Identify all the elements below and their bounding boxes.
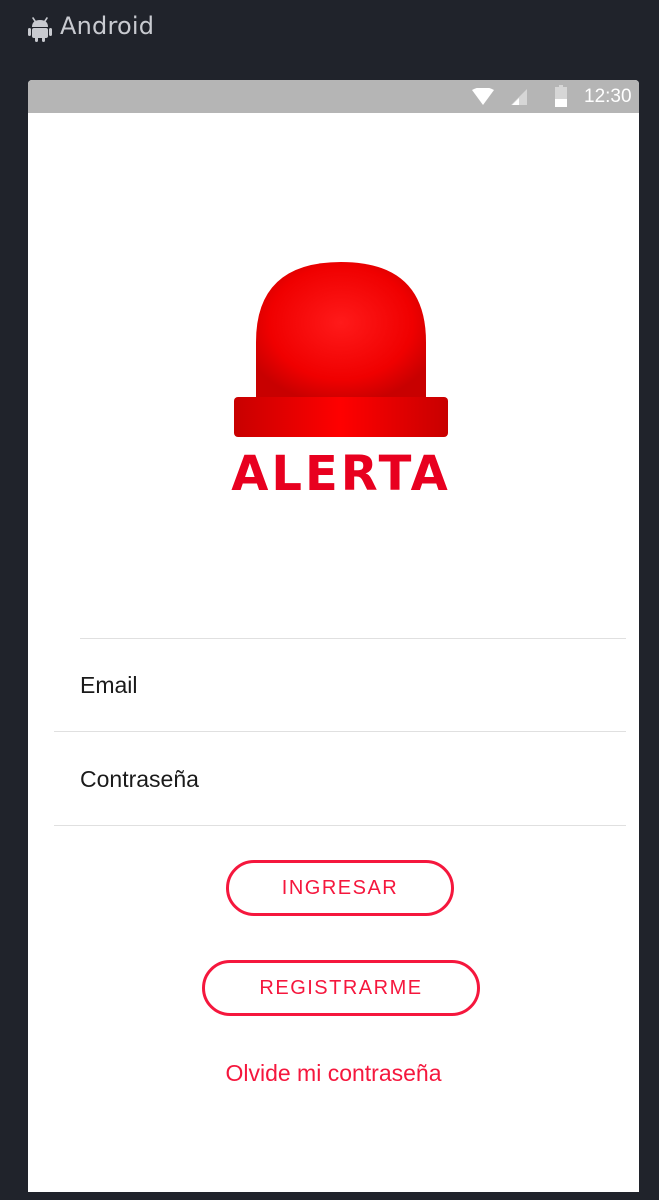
- battery-icon: [555, 85, 567, 107]
- login-button[interactable]: INGRESAR: [226, 860, 454, 916]
- siren-icon: ALERTA: [231, 262, 451, 492]
- emulator-title-bar: Android: [0, 0, 659, 62]
- status-time: 12:30: [584, 86, 632, 107]
- email-field-container: [80, 638, 626, 732]
- wifi-icon: [472, 88, 494, 105]
- divider: [54, 825, 626, 826]
- logo-text: ALERTA: [231, 446, 451, 492]
- password-field[interactable]: [54, 732, 639, 826]
- status-bar: 12:30: [28, 80, 639, 113]
- phone-screen: 12:30 ALERTA INGRESAR REGISTRARME Olvide…: [28, 80, 639, 1192]
- forgot-password-link[interactable]: Olvide mi contraseña: [28, 1060, 639, 1087]
- signal-icon: [511, 89, 527, 105]
- email-field[interactable]: [80, 639, 626, 732]
- register-button[interactable]: REGISTRARME: [202, 960, 480, 1016]
- android-robot-icon: [28, 17, 52, 42]
- password-field-container: [54, 731, 639, 826]
- window-title: Android: [60, 12, 155, 40]
